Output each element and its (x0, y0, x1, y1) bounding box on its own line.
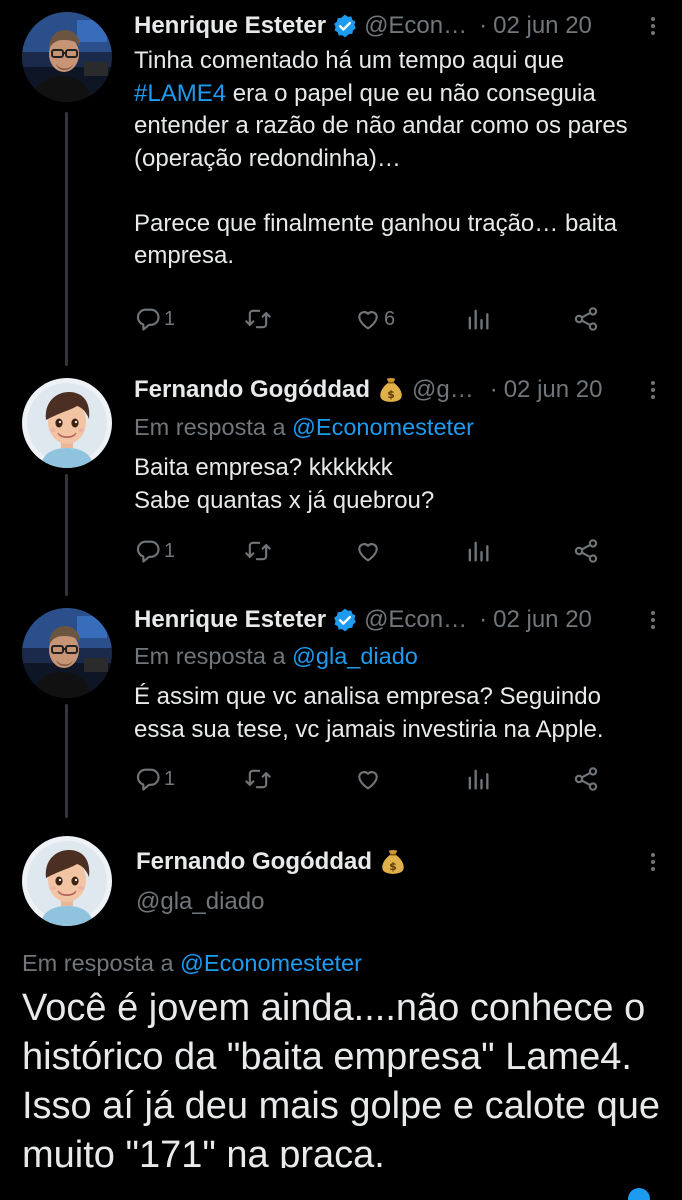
display-name[interactable]: Henrique Esteter (134, 12, 326, 40)
text-line: Baita empresa? kkkkkkk (134, 454, 393, 481)
mention-link[interactable]: @Economesteter (180, 950, 362, 976)
tweet-header: Henrique Esteter @Econ… · 02 jun 20 (134, 604, 592, 636)
avatar[interactable] (22, 836, 112, 926)
text-line: entender a razão de não andar como os pa… (134, 112, 628, 139)
text-line: era o papel que eu não conseguia (226, 79, 596, 107)
thread-line (65, 704, 68, 818)
reply-button[interactable]: 1 (134, 536, 175, 566)
share-button[interactable] (572, 536, 600, 566)
avatar[interactable] (22, 608, 112, 698)
tweet-header: Fernando Gogóddad @g… · 02 jun 20 (134, 374, 602, 406)
text-line: essa sua tese, vc jamais investiria na A… (134, 715, 604, 743)
tweet-text: Baita empresa? kkkkkkk Sabe quantas x já… (134, 452, 654, 517)
tweet-header: Henrique Esteter @Econ… · 02 jun 20 (134, 10, 592, 42)
reply-icon (134, 765, 162, 793)
share-icon (572, 537, 600, 565)
money-bag-emoji (380, 848, 406, 876)
replying-to: Em resposta a @gla_diado (134, 643, 418, 670)
retweet-button[interactable] (244, 536, 272, 566)
separator-dot: · (479, 606, 488, 633)
money-bag-emoji (378, 376, 404, 404)
replying-prefix: Em resposta a (134, 643, 293, 669)
retweet-button[interactable] (244, 764, 272, 794)
display-name[interactable]: Fernando Gogóddad (136, 848, 372, 876)
replying-prefix: Em resposta a (22, 950, 181, 976)
tweet-actions: 1 (134, 536, 604, 566)
verified-badge-icon (332, 607, 358, 633)
text-line: histórico da "baita empresa" Lame4. (22, 1036, 632, 1078)
views-icon (464, 305, 492, 333)
reply-icon (134, 537, 162, 565)
mention-link[interactable]: @gla_diado (292, 643, 418, 669)
views-icon (464, 537, 492, 565)
bottom-bar (0, 1168, 682, 1200)
share-button[interactable] (572, 304, 600, 334)
text-line: Parece que finalmente ganhou tração… bai… (134, 209, 617, 237)
reply-icon (134, 305, 162, 333)
reply-button[interactable]: 1 (134, 764, 175, 794)
hashtag-link[interactable]: #LAME4 (134, 80, 226, 107)
share-button[interactable] (572, 764, 600, 794)
username[interactable]: @Econ… (364, 606, 467, 634)
retweet-button[interactable] (244, 304, 272, 334)
text-line: Você é jovem ainda....não conhece o (22, 987, 646, 1029)
tweet-actions: 1 (134, 764, 604, 794)
tweet-text: Você é jovem ainda....não conhece o hist… (22, 984, 672, 1180)
mention-link[interactable]: @Economesteter (292, 414, 474, 440)
display-name[interactable]: Fernando Gogóddad (134, 376, 370, 404)
retweet-icon (244, 537, 272, 565)
tweet-text: Tinha comentado há um tempo aqui que #LA… (134, 45, 654, 273)
text-line: (operação redondinha)… (134, 144, 401, 172)
views-button[interactable] (464, 536, 492, 566)
tweet-header: Fernando Gogóddad (136, 846, 406, 878)
username[interactable]: @Econ… (364, 12, 467, 40)
heart-icon (354, 537, 382, 565)
reply-count: 1 (164, 539, 176, 562)
text-line: Sabe quantas x já quebrou? (134, 486, 435, 514)
share-icon (572, 305, 600, 333)
like-button[interactable]: 6 (354, 304, 395, 334)
username[interactable]: @g… (412, 376, 474, 404)
separator-dot: · (489, 376, 498, 403)
avatar[interactable] (22, 12, 112, 102)
share-icon (572, 765, 600, 793)
heart-icon (354, 765, 382, 793)
more-options-icon[interactable] (648, 14, 658, 38)
replying-to: Em resposta a @Economesteter (134, 414, 474, 441)
reply-button[interactable]: 1 (134, 304, 175, 334)
retweet-icon (244, 765, 272, 793)
avatar[interactable] (22, 378, 112, 468)
more-options-icon[interactable] (648, 608, 658, 632)
views-button[interactable] (464, 764, 492, 794)
like-button[interactable] (354, 536, 382, 566)
reply-count: 1 (164, 767, 176, 790)
thread-line (65, 474, 68, 596)
views-icon (464, 765, 492, 793)
tweet-date[interactable]: 02 jun 20 (493, 606, 592, 634)
tweet-date[interactable]: 02 jun 20 (493, 12, 592, 40)
text-line: empresa. (134, 242, 235, 269)
views-button[interactable] (464, 304, 492, 334)
retweet-icon (244, 305, 272, 333)
text-line: Isso aí já deu mais golpe e calote que (22, 1085, 660, 1127)
verified-badge-icon (332, 13, 358, 39)
display-name[interactable]: Henrique Esteter (134, 606, 326, 634)
more-options-icon[interactable] (648, 850, 658, 874)
heart-icon (354, 305, 382, 333)
more-options-icon[interactable] (648, 378, 658, 402)
tweet-actions: 1 6 (134, 304, 604, 334)
replying-to: Em resposta a @Economesteter (22, 950, 362, 977)
tweet-text: É assim que vc analisa empresa? Seguindo… (134, 681, 654, 746)
text-line: É assim que vc analisa empresa? Seguindo (134, 683, 601, 710)
tweet-date[interactable]: 02 jun 20 (504, 376, 603, 404)
username[interactable]: @gla_diado (136, 888, 264, 916)
replying-prefix: Em resposta a (134, 414, 293, 440)
like-button[interactable] (354, 764, 382, 794)
text-line: Tinha comentado há um tempo aqui que (134, 47, 565, 74)
like-count: 6 (384, 307, 396, 330)
reply-count: 1 (164, 307, 176, 330)
thread-line (65, 112, 68, 366)
separator-dot: · (479, 12, 488, 39)
